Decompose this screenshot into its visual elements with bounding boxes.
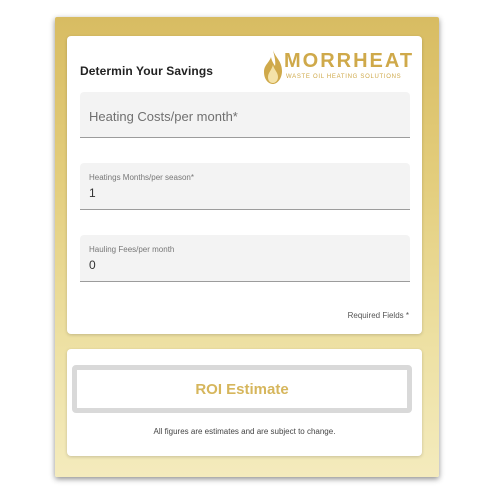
hauling-fees-value: 0 (89, 258, 96, 272)
morrheat-logo: MORRHEAT WASTE OIL HEATING SOLUTIONS (262, 48, 412, 88)
heating-months-field[interactable]: Heatings Months/per season* 1 (80, 163, 410, 210)
hauling-fees-label: Hauling Fees/per month (89, 245, 175, 254)
heating-months-label: Heatings Months/per season* (89, 173, 194, 182)
logo-tagline: WASTE OIL HEATING SOLUTIONS (286, 74, 402, 80)
heating-costs-placeholder: Heating Costs/per month* (89, 109, 238, 124)
form-title: Determin Your Savings (80, 64, 214, 78)
hauling-fees-field[interactable]: Hauling Fees/per month 0 (80, 235, 410, 282)
savings-form-card: Determin Your Savings MORRHEAT WASTE OIL… (67, 36, 422, 334)
logo-wordmark: MORRHEAT (284, 50, 415, 72)
roi-estimate-button[interactable]: ROI Estimate (72, 365, 412, 413)
estimate-card: ROI Estimate All figures are estimates a… (67, 349, 422, 456)
required-fields-note: Required Fields * (347, 311, 409, 320)
heating-months-value: 1 (89, 186, 96, 200)
heating-costs-field[interactable]: Heating Costs/per month* (80, 92, 410, 138)
estimate-disclaimer: All figures are estimates and are subjec… (153, 427, 336, 436)
flame-icon (264, 50, 282, 84)
